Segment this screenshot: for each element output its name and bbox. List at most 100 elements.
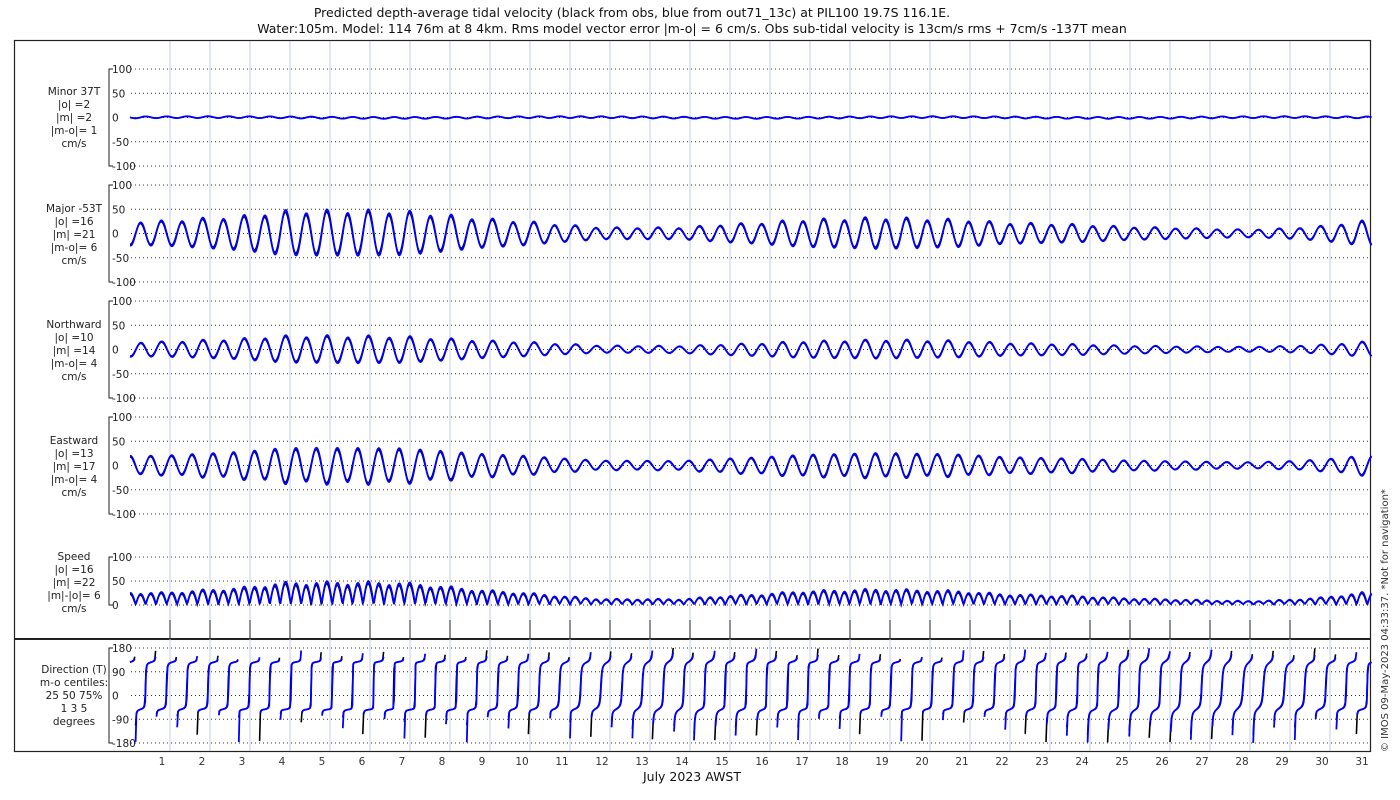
panel-label-line: cm/s bbox=[61, 603, 86, 615]
panel-label-line: Major -53T bbox=[46, 203, 103, 215]
y-tick-label: 100 bbox=[112, 412, 132, 424]
panel-label-line: |m| =22 bbox=[53, 577, 96, 589]
panel-label-line: |o| =2 bbox=[58, 99, 90, 111]
panel-label-line: |m| =2 bbox=[56, 112, 92, 124]
y-tick-label: -100 bbox=[112, 509, 136, 521]
panel-label-line: Eastward bbox=[50, 435, 98, 447]
x-tick-label: 21 bbox=[955, 756, 968, 768]
panel-label-line: Minor 37T bbox=[48, 86, 101, 98]
x-tick-label: 7 bbox=[399, 756, 406, 768]
panel-label-line: |m-o|= 6 bbox=[51, 242, 98, 254]
x-tick-label: 24 bbox=[1075, 756, 1089, 768]
panel-label-line: |o| =16 bbox=[55, 216, 94, 228]
series-obs-speed bbox=[129, 582, 1373, 608]
x-tick-label: 27 bbox=[1195, 756, 1208, 768]
panel-label-line: cm/s bbox=[61, 487, 86, 499]
panel-minor: 100 50 0 -50 -100 Minor 37T|o| =2|m| =2|m-o|=… bbox=[48, 64, 1372, 173]
y-tick-label: 50 bbox=[112, 576, 125, 588]
y-tick-label: 0 bbox=[112, 345, 119, 357]
panel-label-line: cm/s bbox=[61, 138, 86, 150]
series-obs-east bbox=[129, 448, 1373, 484]
x-tick-label: 10 bbox=[515, 756, 528, 768]
title-line-1: Predicted depth-average tidal velocity (… bbox=[314, 5, 950, 20]
x-tick-label: 9 bbox=[479, 756, 486, 768]
y-tick-label: 0 bbox=[112, 691, 119, 703]
y-tick-label: -100 bbox=[112, 393, 136, 405]
x-tick-label: 12 bbox=[595, 756, 608, 768]
x-tick-label: 25 bbox=[1115, 756, 1128, 768]
x-tick-label: 11 bbox=[555, 756, 568, 768]
panel-label-line: degrees bbox=[53, 716, 95, 728]
x-tick-label: 20 bbox=[915, 756, 928, 768]
credit-text: © IMOS 09-May-2023 04:33:37. *Not for na… bbox=[1380, 489, 1391, 752]
panel-label-line: |m| =17 bbox=[53, 461, 96, 473]
panel-label-line: |m-o|= 4 bbox=[51, 358, 98, 370]
day-gridlines bbox=[169, 41, 1331, 751]
y-tick-label: 50 bbox=[112, 204, 125, 216]
y-tick-label: -100 bbox=[112, 277, 136, 289]
panel-label-line: cm/s bbox=[61, 371, 86, 383]
x-tick-label: 23 bbox=[1035, 756, 1048, 768]
panel-label-line: Northward bbox=[46, 319, 101, 331]
x-tick-labels: 1 2 3 4 5 6 7 8 9 10 11 12 13 14 15 16 17 18 19 20 21 22 23 24 2… bbox=[159, 756, 1369, 768]
x-tick-label: 16 bbox=[755, 756, 769, 768]
series-obs-major bbox=[129, 210, 1373, 255]
panel-label-line: Speed bbox=[58, 551, 91, 563]
title-line-2: Water:105m. Model: 114 76m at 8 4km. Rms… bbox=[257, 21, 1127, 36]
y-tick-label: -100 bbox=[112, 161, 136, 173]
y-tick-label: -50 bbox=[112, 137, 129, 149]
x-tick-label: 22 bbox=[995, 756, 1008, 768]
panel-label-line: cm/s bbox=[61, 255, 86, 267]
x-tick-label: 26 bbox=[1155, 756, 1169, 768]
y-tick-label: 50 bbox=[112, 88, 125, 100]
y-tick-label: -50 bbox=[112, 369, 129, 381]
panel-label-line: |o| =10 bbox=[55, 332, 94, 344]
panel-label-line: 1 3 5 bbox=[61, 703, 88, 715]
x-tick-label: 19 bbox=[875, 756, 888, 768]
y-tick-label: 50 bbox=[112, 320, 125, 332]
x-axis-label: July 2023 AWST bbox=[642, 769, 741, 784]
y-tick-label: -90 bbox=[112, 714, 129, 726]
panel-north: 100 50 0 -50 -100 Northward|o| =10|m| =14|m-o… bbox=[46, 296, 1373, 405]
series-obs-north bbox=[129, 335, 1373, 363]
x-tick-label: 28 bbox=[1235, 756, 1248, 768]
y-tick-label: -50 bbox=[112, 253, 129, 265]
y-tick-label: 0 bbox=[112, 461, 119, 473]
y-tick-label: 100 bbox=[112, 552, 132, 564]
y-tick-label: 100 bbox=[112, 296, 132, 308]
y-tick-label: 100 bbox=[112, 180, 132, 192]
x-tick-label: 15 bbox=[715, 756, 728, 768]
panel-east: 100 50 0 -50 -100 Eastward|o| =13|m| =17|m-o|… bbox=[50, 412, 1373, 521]
y-tick-label: 0 bbox=[112, 113, 119, 125]
y-tick-label: 90 bbox=[112, 667, 125, 679]
tidal-velocity-figure: Predicted depth-average tidal velocity (… bbox=[13, 5, 1391, 784]
panel-label-line: |m-o|= 4 bbox=[51, 474, 98, 486]
x-tick-label: 6 bbox=[359, 756, 366, 768]
y-tick-label: -180 bbox=[112, 738, 136, 750]
x-tick-label: 13 bbox=[635, 756, 648, 768]
x-tick-label: 1 bbox=[159, 756, 166, 768]
series-model-north bbox=[129, 334, 1373, 365]
x-tick-label: 5 bbox=[319, 756, 326, 768]
panel-major: 100 50 0 -50 -100 Major -53T|o| =16|m| =21|m-… bbox=[46, 180, 1373, 289]
series-model-east bbox=[129, 446, 1373, 486]
panel-label-line: 25 50 75% bbox=[46, 690, 103, 702]
panel-label-line: m-o centiles: bbox=[40, 677, 108, 689]
x-tick-label: 29 bbox=[1275, 756, 1288, 768]
y-tick-label: -50 bbox=[112, 485, 129, 497]
x-tick-label: 8 bbox=[439, 756, 446, 768]
x-tick-label: 31 bbox=[1355, 756, 1368, 768]
panel-direction: 180 90 0 -90 -180 Direction (T)m-o centiles:2… bbox=[40, 643, 1372, 750]
series-model-minor bbox=[129, 115, 1372, 120]
panel-label-line: |m| =21 bbox=[53, 229, 96, 241]
panel-label-line: |m|-|o|= 6 bbox=[47, 590, 101, 602]
x-tick-label: 30 bbox=[1315, 756, 1328, 768]
y-tick-label: 50 bbox=[112, 436, 125, 448]
figure-frame bbox=[13, 39, 1372, 753]
panels: 100 50 0 -50 -100 Minor 37T|o| =2|m| =2 |m-o|=… bbox=[40, 64, 1373, 750]
panel-label-line: Direction (T) bbox=[41, 664, 106, 676]
x-tick-label: 18 bbox=[835, 756, 848, 768]
x-tick-label: 14 bbox=[675, 756, 689, 768]
panel-speed: 100 50 0 Speed|o| =16|m| =22|m|-|o|= 6cm/s bbox=[47, 551, 1373, 639]
x-tick-label: 17 bbox=[795, 756, 808, 768]
